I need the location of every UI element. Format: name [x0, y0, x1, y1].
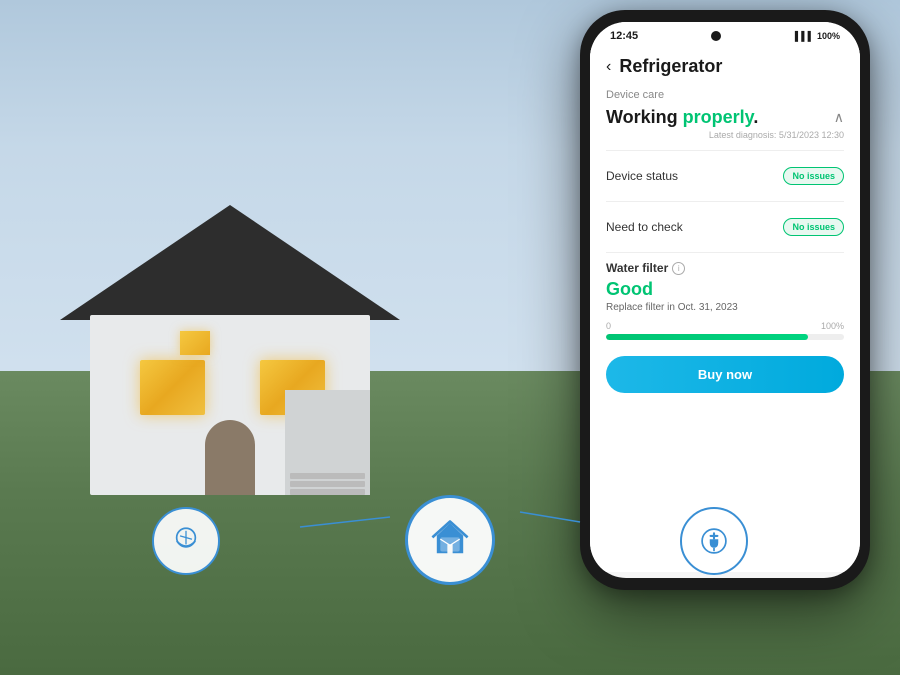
window-top [180, 331, 210, 355]
back-button[interactable]: ‹ [606, 58, 611, 76]
content-area: Device care Working properly. ∧ Latest d… [590, 85, 860, 561]
working-text: Working [606, 107, 683, 127]
icon-circles-container [0, 495, 900, 585]
roof [60, 205, 400, 320]
house-body [90, 315, 370, 495]
progress-container: 0 100% [606, 321, 844, 340]
period: . [753, 107, 758, 127]
signal-icon: ▌▌▌ [795, 31, 814, 41]
progress-start: 0 [606, 321, 611, 331]
camera-notch [711, 31, 721, 41]
garage-door-detail3 [290, 473, 365, 479]
right-circle-icon[interactable] [680, 507, 748, 575]
working-status: Working properly. [606, 107, 758, 128]
status-icons: ▌▌▌ 100% [795, 31, 840, 41]
battery-icon: 100% [817, 31, 840, 41]
divider-2 [606, 201, 844, 202]
bowl-icon [169, 524, 203, 558]
app-header: ‹ Refrigerator [590, 46, 860, 85]
status-time: 12:45 [610, 30, 638, 42]
app-content: ‹ Refrigerator Device care Working prope… [590, 46, 860, 572]
info-icon[interactable]: i [672, 262, 685, 275]
left-circle-icon[interactable] [152, 507, 220, 575]
house-illustration [60, 215, 400, 495]
progress-labels: 0 100% [606, 321, 844, 331]
device-care-label: Device care [606, 89, 844, 101]
properly-text: properly [683, 107, 754, 127]
diagnosis-text: Latest diagnosis: 5/31/2023 12:30 [606, 130, 844, 140]
status-bar: 12:45 ▌▌▌ 100% [590, 22, 860, 46]
device-status-badge: No issues [783, 167, 844, 185]
center-circle-icon[interactable] [405, 495, 495, 585]
water-filter-status: Good [606, 279, 844, 300]
divider-3 [606, 252, 844, 253]
progress-end: 100% [821, 321, 844, 331]
need-to-check-label: Need to check [606, 220, 683, 234]
window-left [140, 360, 205, 415]
house-icon [428, 518, 472, 562]
chevron-up-icon[interactable]: ∧ [834, 109, 844, 126]
door [205, 420, 255, 495]
working-row: Working properly. ∧ [606, 107, 844, 128]
device-status-row: Device status No issues [606, 159, 844, 193]
water-filter-header: Water filter i [606, 261, 844, 275]
water-filter-label: Water filter [606, 261, 668, 275]
replace-filter-text: Replace filter in Oct. 31, 2023 [606, 302, 844, 313]
progress-bar-fill [606, 334, 808, 340]
garage-door-detail2 [290, 481, 365, 487]
page-title: Refrigerator [619, 56, 722, 77]
buy-now-button[interactable]: Buy now [606, 356, 844, 393]
device-status-label: Device status [606, 169, 678, 183]
plug-icon [697, 524, 731, 558]
divider-1 [606, 150, 844, 151]
garage [285, 390, 370, 495]
need-to-check-badge: No issues [783, 218, 844, 236]
progress-bar-bg [606, 334, 844, 340]
need-to-check-row: Need to check No issues [606, 210, 844, 244]
